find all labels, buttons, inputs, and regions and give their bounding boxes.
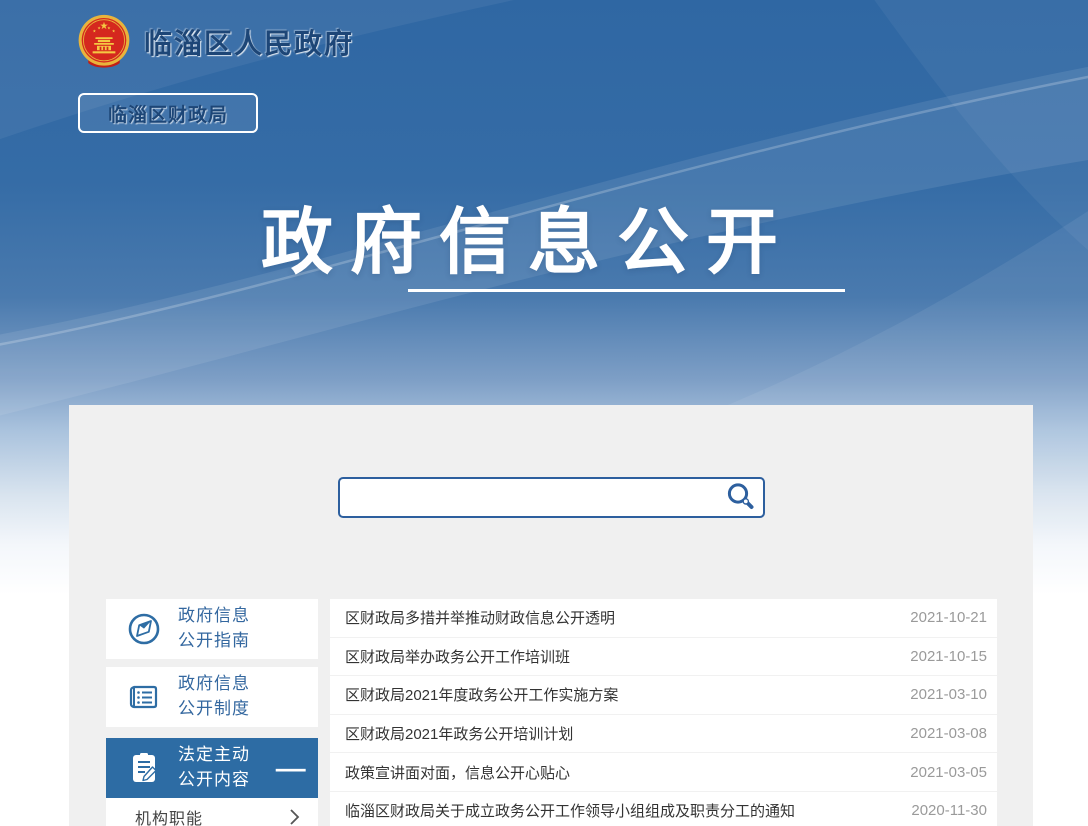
search-button[interactable] xyxy=(721,480,759,514)
article-row[interactable]: 区财政局2021年度政务公开工作实施方案 2021-03-10 xyxy=(330,676,997,715)
book-icon xyxy=(124,677,164,717)
article-title[interactable]: 临淄区财政局关于成立政务公开工作领导小组组成及职责分工的通知 xyxy=(345,800,891,821)
page-title: 政府信息公开 xyxy=(260,203,795,283)
sidebar-item-statutory-disclosure[interactable]: 法定主动 公开内容 — xyxy=(106,738,318,798)
article-date: 2021-03-10 xyxy=(910,686,987,704)
article-row[interactable]: 区财政局举办政务公开工作培训班 2021-10-15 xyxy=(330,638,997,677)
sidebar-subitem-agency-functions[interactable]: 机构职能 xyxy=(106,798,318,826)
site-name: 临淄区人民政府 xyxy=(144,28,355,59)
magnifier-icon xyxy=(727,482,753,509)
article-list: 区财政局多措并举推动财政信息公开透明 2021-10-21 区财政局举办政务公开… xyxy=(330,599,997,826)
article-date: 2021-10-15 xyxy=(910,647,987,665)
search-bar xyxy=(337,477,765,518)
collapse-minus-icon[interactable]: — xyxy=(276,755,311,781)
sidebar-nav: 政府信息 公开指南 政府信息 公开制度 法定主动 公开内容 — 机构职能 xyxy=(106,599,318,826)
department-button[interactable]: 临淄区财政局 xyxy=(78,93,258,133)
article-date: 2021-03-05 xyxy=(910,763,987,781)
national-emblem-icon xyxy=(78,14,130,68)
article-row[interactable]: 政策宣讲面对面，信息公开心贴心 2021-03-05 xyxy=(330,753,997,792)
article-title[interactable]: 区财政局2021年度政务公开工作实施方案 xyxy=(345,684,890,705)
article-row[interactable]: 临淄区财政局关于成立政务公开工作领导小组组成及职责分工的通知 2020-11-3… xyxy=(330,792,997,826)
article-title[interactable]: 政策宣讲面对面，信息公开心贴心 xyxy=(345,762,890,783)
article-title[interactable]: 区财政局举办政务公开工作培训班 xyxy=(345,646,890,667)
sidebar-item-gov-info-system[interactable]: 政府信息 公开制度 xyxy=(106,667,318,727)
chevron-right-icon xyxy=(290,809,300,825)
site-logo[interactable]: 临淄区人民政府 xyxy=(76,14,354,70)
sidebar-item-label: 政府信息 公开指南 xyxy=(178,606,250,650)
page: 临淄区人民政府 临淄区财政局 政府信息公开 政府信息 公开指南 政府信息 公开制… xyxy=(0,0,1088,826)
compass-icon xyxy=(124,609,164,649)
sidebar-item-gov-info-guide[interactable]: 政府信息 公开指南 xyxy=(106,599,318,659)
subitem-label: 机构职能 xyxy=(135,811,204,826)
content-panel: 政府信息 公开指南 政府信息 公开制度 法定主动 公开内容 — 机构职能 区财政… xyxy=(69,405,1033,826)
article-title[interactable]: 区财政局2021年政务公开培训计划 xyxy=(345,723,890,744)
content-columns: 政府信息 公开指南 政府信息 公开制度 法定主动 公开内容 — 机构职能 区财政… xyxy=(69,599,1033,826)
clipboard-pen-icon xyxy=(124,748,164,788)
article-row[interactable]: 区财政局2021年政务公开培训计划 2021-03-08 xyxy=(330,715,997,754)
article-date: 2021-03-08 xyxy=(910,725,987,743)
article-row[interactable]: 区财政局多措并举推动财政信息公开透明 2021-10-21 xyxy=(330,599,997,638)
sidebar-item-label: 法定主动 公开内容 xyxy=(178,745,250,789)
article-date: 2020-11-30 xyxy=(911,802,987,820)
article-title[interactable]: 区财政局多措并举推动财政信息公开透明 xyxy=(345,607,890,628)
title-underline xyxy=(408,289,845,292)
article-date: 2021-10-21 xyxy=(910,609,987,627)
search-input[interactable] xyxy=(337,477,765,518)
sidebar-item-label: 政府信息 公开制度 xyxy=(178,674,250,718)
